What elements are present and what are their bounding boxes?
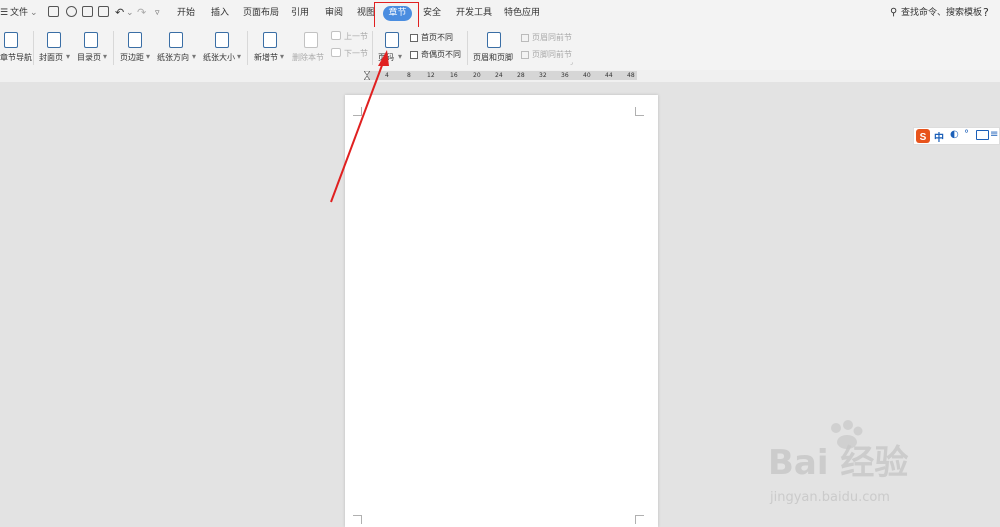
- watermark-url: jingyan.baidu.com: [770, 490, 890, 505]
- watermark-brand: Bai 经验: [768, 443, 909, 483]
- baidu-jingyan-watermark: Bai 经验 jingyan.baidu.com: [768, 420, 1000, 527]
